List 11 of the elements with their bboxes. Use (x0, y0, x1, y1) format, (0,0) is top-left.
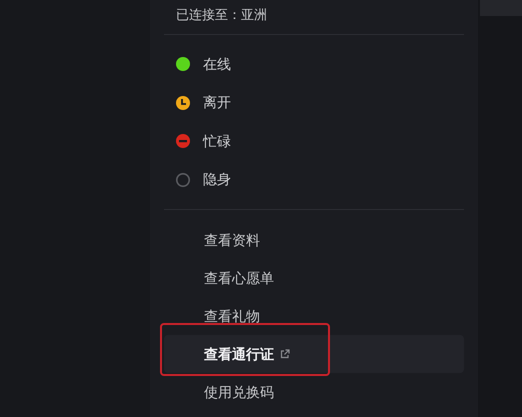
menu-item[interactable]: 查看通行证 (164, 335, 464, 373)
menu-item[interactable]: 使用兑换码 (164, 373, 464, 411)
connection-text: 已连接至：亚洲 (175, 6, 268, 24)
menu-item[interactable]: 查看资料 (164, 221, 464, 259)
status-option[interactable]: 隐身 (164, 160, 464, 199)
menu-item[interactable]: 查看心愿单 (164, 259, 464, 297)
status-option[interactable]: 忙碌 (164, 122, 464, 160)
menu-item[interactable]: 查看礼物 (164, 297, 464, 335)
status-option[interactable]: 在线 (164, 45, 464, 84)
status-option[interactable]: 离开 (164, 84, 464, 122)
external-link-icon (280, 349, 290, 359)
